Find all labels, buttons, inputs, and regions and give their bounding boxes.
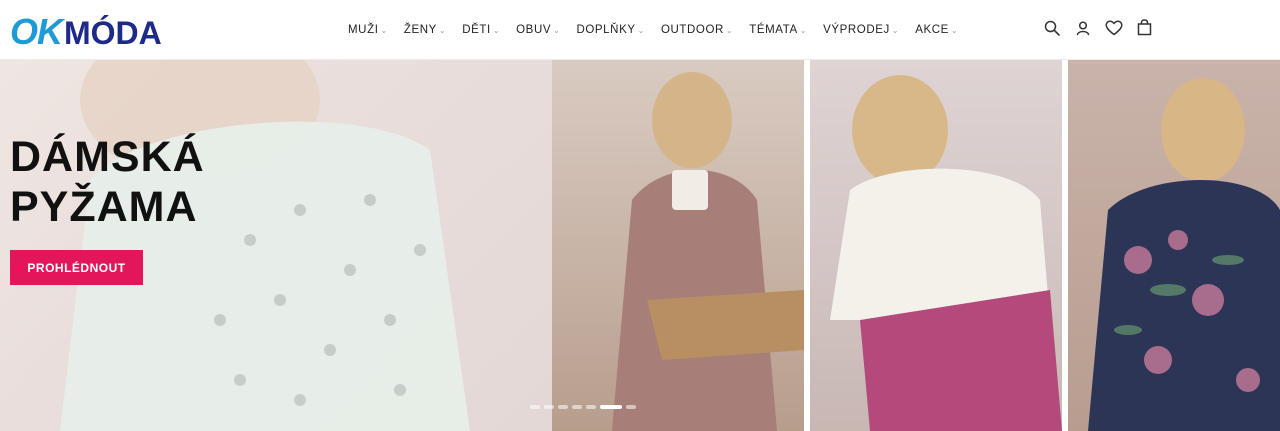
hero-image-white-top: [810, 60, 1062, 431]
heart-icon[interactable]: [1104, 18, 1123, 37]
chevron-down-icon: ⌄: [891, 25, 900, 35]
slider-dot[interactable]: [586, 405, 596, 409]
header-actions: [1042, 18, 1154, 37]
hero-title: DÁMSKÁ PYŽAMA: [10, 132, 205, 232]
slider-dot[interactable]: [572, 405, 582, 409]
main-navigation: MUŽI ⌄ ŽENY ⌄ DĚTI ⌄ OBUV ⌄ DOPLŇKY ⌄ OU…: [340, 0, 966, 60]
slider-dot[interactable]: [558, 405, 568, 409]
bag-icon[interactable]: [1135, 18, 1154, 37]
logo-ok: OK: [10, 11, 63, 52]
slider-dot[interactable]: [626, 405, 636, 409]
chevron-down-icon: ⌄: [492, 25, 501, 35]
slider-dot[interactable]: [530, 405, 540, 409]
nav-item-obuv[interactable]: OBUV ⌄: [508, 24, 568, 36]
nav-item-muzi[interactable]: MUŽI ⌄: [340, 24, 396, 36]
chevron-down-icon: ⌄: [380, 25, 388, 35]
nav-item-zeny[interactable]: ŽENY ⌄: [396, 24, 454, 36]
hero-image-pink-dress: [552, 60, 804, 431]
user-icon[interactable]: [1073, 18, 1092, 37]
hero-image-floral: [1068, 60, 1280, 431]
site-header: OK MÓDA MUŽI ⌄ ŽENY ⌄ DĚTI ⌄ OBUV ⌄ DOPL…: [0, 0, 1280, 60]
chevron-down-icon: ⌄: [637, 25, 645, 35]
hero-title-line1: DÁMSKÁ: [10, 133, 205, 181]
hero-title-line2: PYŽAMA: [10, 183, 198, 231]
chevron-down-icon: ⌄: [799, 25, 808, 35]
chevron-down-icon: ⌄: [725, 25, 734, 35]
nav-item-doplnky[interactable]: DOPLŇKY ⌄: [568, 24, 652, 36]
nav-label: AKCE: [915, 24, 949, 36]
chevron-down-icon: ⌄: [553, 25, 561, 35]
hero-banner: DÁMSKÁ PYŽAMA PROHLÉDNOUT: [0, 60, 1280, 431]
hero-main-image: DÁMSKÁ PYŽAMA PROHLÉDNOUT: [0, 60, 552, 431]
nav-label: MUŽI: [348, 24, 379, 36]
slider-dot-active[interactable]: [600, 405, 622, 409]
nav-item-temata[interactable]: TÉMATA ⌄: [741, 24, 815, 36]
nav-label: DOPLŇKY: [576, 24, 636, 36]
logo-moda: MÓDA: [64, 15, 162, 51]
nav-label: DĚTI: [462, 24, 491, 36]
search-icon[interactable]: [1042, 18, 1061, 37]
site-logo[interactable]: OK MÓDA: [10, 11, 162, 52]
pajama-hearts-illustration: [60, 60, 470, 431]
nav-label: VÝPRODEJ: [823, 24, 890, 36]
slider-pagination: [530, 405, 636, 409]
browse-button[interactable]: PROHLÉDNOUT: [10, 250, 143, 285]
nav-item-akce[interactable]: AKCE ⌄: [907, 24, 966, 36]
nav-item-outdoor[interactable]: OUTDOOR ⌄: [653, 24, 741, 36]
nav-label: OBUV: [516, 24, 552, 36]
nav-label: OUTDOOR: [660, 24, 724, 36]
chevron-down-icon: ⌄: [950, 25, 959, 35]
chevron-down-icon: ⌄: [438, 25, 447, 35]
nav-item-deti[interactable]: DĚTI ⌄: [454, 24, 508, 36]
nav-label: TÉMATA: [749, 24, 798, 36]
slider-dot[interactable]: [544, 405, 554, 409]
nav-item-vyprodej[interactable]: VÝPRODEJ ⌄: [815, 24, 907, 36]
nav-label: ŽENY: [403, 24, 437, 36]
